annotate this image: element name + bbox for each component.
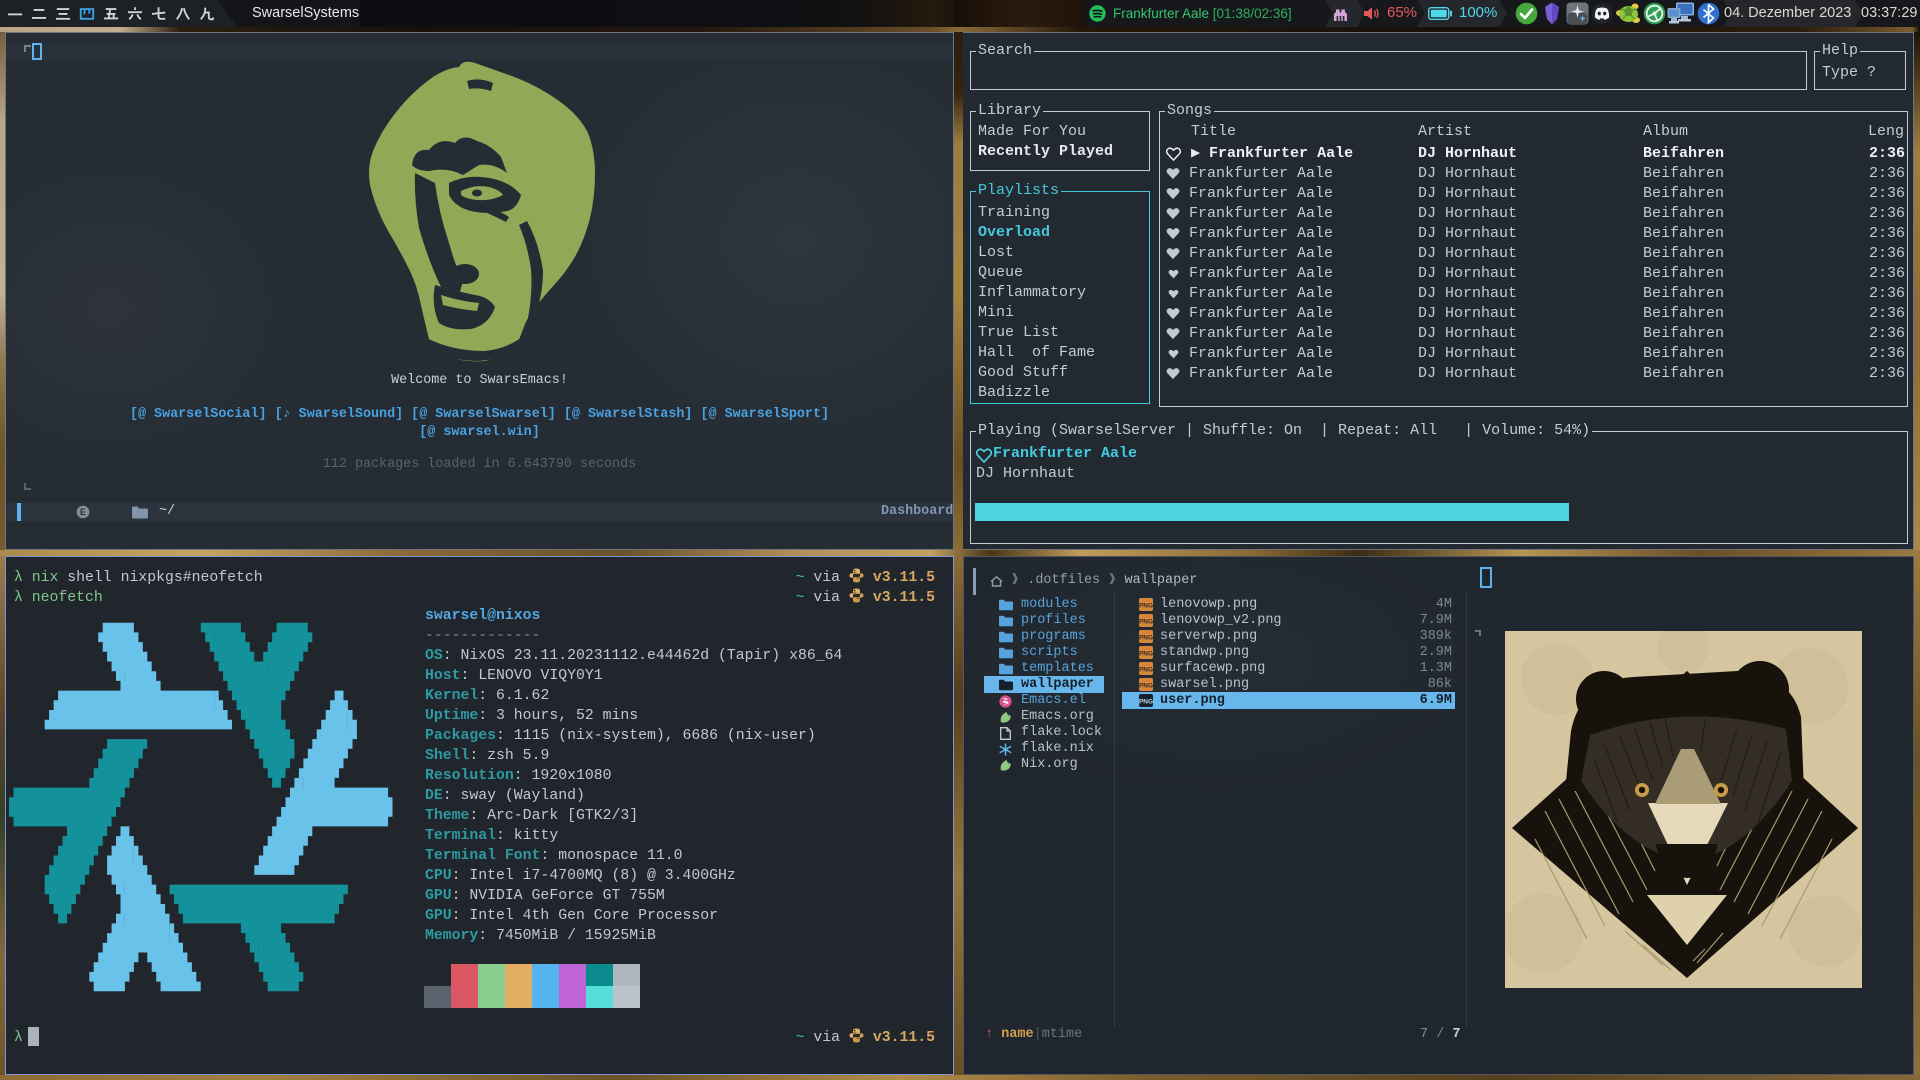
- svg-text:PNG: PNG: [1139, 683, 1153, 690]
- svg-text:PNG: PNG: [1139, 667, 1153, 674]
- svg-text:PNG: PNG: [1139, 651, 1153, 658]
- svg-text:PNG: PNG: [1139, 603, 1153, 610]
- svg-text:PNG: PNG: [1139, 635, 1153, 642]
- svg-text:PNG: PNG: [1139, 619, 1153, 626]
- svg-text:E: E: [80, 507, 86, 517]
- svg-text:PNG: PNG: [1139, 699, 1153, 706]
